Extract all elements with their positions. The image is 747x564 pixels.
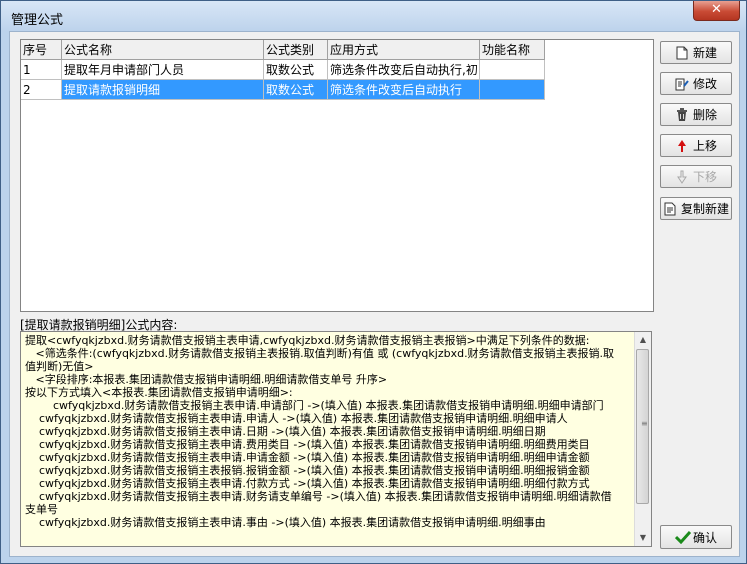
cell-function-name[interactable] [479, 59, 545, 80]
window-title: 管理公式 [11, 13, 64, 28]
new-button-label: 新建 [692, 46, 717, 60]
column-header-formula-category[interactable]: 公式类别 [263, 40, 328, 60]
cell-apply-mode[interactable]: 筛选条件改变后自动执行 [327, 79, 480, 100]
formula-content-text: 提取<cwfyqkjzbxd.财务请款借支报销主表申请,cwfyqkjzbxd.… [25, 334, 615, 529]
edit-button[interactable]: 修改 [660, 72, 732, 95]
vertical-scrollbar[interactable]: ▲ ≡ ▼ [634, 332, 651, 546]
column-header-function-name[interactable]: 功能名称 [479, 40, 545, 60]
title-bar[interactable]: 管理公式 ✕ [1, 1, 746, 31]
edit-document-icon [675, 77, 689, 91]
copy-document-icon [663, 202, 677, 216]
copy-new-button[interactable]: 复制新建 [660, 197, 732, 220]
cell-formula-category[interactable]: 取数公式 [263, 59, 328, 80]
cell-index[interactable]: 2 [21, 79, 62, 100]
formula-content-memo[interactable]: 提取<cwfyqkjzbxd.财务请款借支报销主表申请,cwfyqkjzbxd.… [20, 331, 652, 547]
close-button[interactable]: ✕ [693, 1, 740, 21]
delete-button-label: 删除 [692, 108, 717, 122]
copy-new-button-label: 复制新建 [680, 202, 729, 216]
arrow-up-icon [675, 139, 689, 153]
column-header-formula-name[interactable]: 公式名称 [61, 40, 264, 60]
manage-formula-dialog: 管理公式 ✕ 序号 公式名称 公式类别 应用方式 功能名称 1 提取年月申请部门… [0, 0, 747, 564]
cell-apply-mode[interactable]: 筛选条件改变后自动执行,初 [327, 59, 480, 80]
scroll-down-arrow[interactable]: ▼ [635, 530, 651, 546]
formula-table: 序号 公式名称 公式类别 应用方式 功能名称 1 提取年月申请部门人员 取数公式… [21, 40, 545, 100]
table-row[interactable]: 1 提取年月申请部门人员 取数公式 筛选条件改变后自动执行,初 [21, 59, 545, 80]
cell-formula-category[interactable]: 取数公式 [263, 79, 328, 100]
checkmark-icon [674, 530, 692, 545]
cell-index[interactable]: 1 [21, 59, 62, 80]
dialog-body: 序号 公式名称 公式类别 应用方式 功能名称 1 提取年月申请部门人员 取数公式… [9, 31, 740, 557]
scroll-grip-icon: ≡ [641, 419, 648, 428]
column-header-apply-mode[interactable]: 应用方式 [327, 40, 480, 60]
new-button[interactable]: 新建 [660, 41, 732, 64]
scroll-up-arrow[interactable]: ▲ [635, 332, 651, 348]
table-header-row: 序号 公式名称 公式类别 应用方式 功能名称 [21, 40, 545, 60]
move-down-button-label: 下移 [692, 170, 717, 184]
cell-function-name[interactable] [479, 79, 545, 100]
confirm-button[interactable]: 确认 [660, 525, 732, 549]
move-up-button-label: 上移 [692, 139, 717, 153]
trash-icon [675, 107, 689, 122]
scroll-thumb[interactable]: ≡ [636, 349, 649, 504]
confirm-button-label: 确认 [692, 530, 717, 545]
cell-formula-name[interactable]: 提取年月申请部门人员 [61, 59, 264, 80]
edit-button-label: 修改 [692, 77, 717, 91]
new-document-icon [675, 46, 689, 60]
table-row-selected[interactable]: 2 提取请款报销明细 取数公式 筛选条件改变后自动执行 [21, 79, 545, 100]
formula-grid[interactable]: 序号 公式名称 公式类别 应用方式 功能名称 1 提取年月申请部门人员 取数公式… [20, 39, 654, 312]
cell-formula-name[interactable]: 提取请款报销明细 [61, 79, 264, 100]
arrow-down-icon [675, 170, 689, 184]
move-down-button[interactable]: 下移 [660, 165, 732, 188]
column-header-index[interactable]: 序号 [21, 40, 62, 60]
delete-button[interactable]: 删除 [660, 103, 732, 126]
move-up-button[interactable]: 上移 [660, 134, 732, 157]
